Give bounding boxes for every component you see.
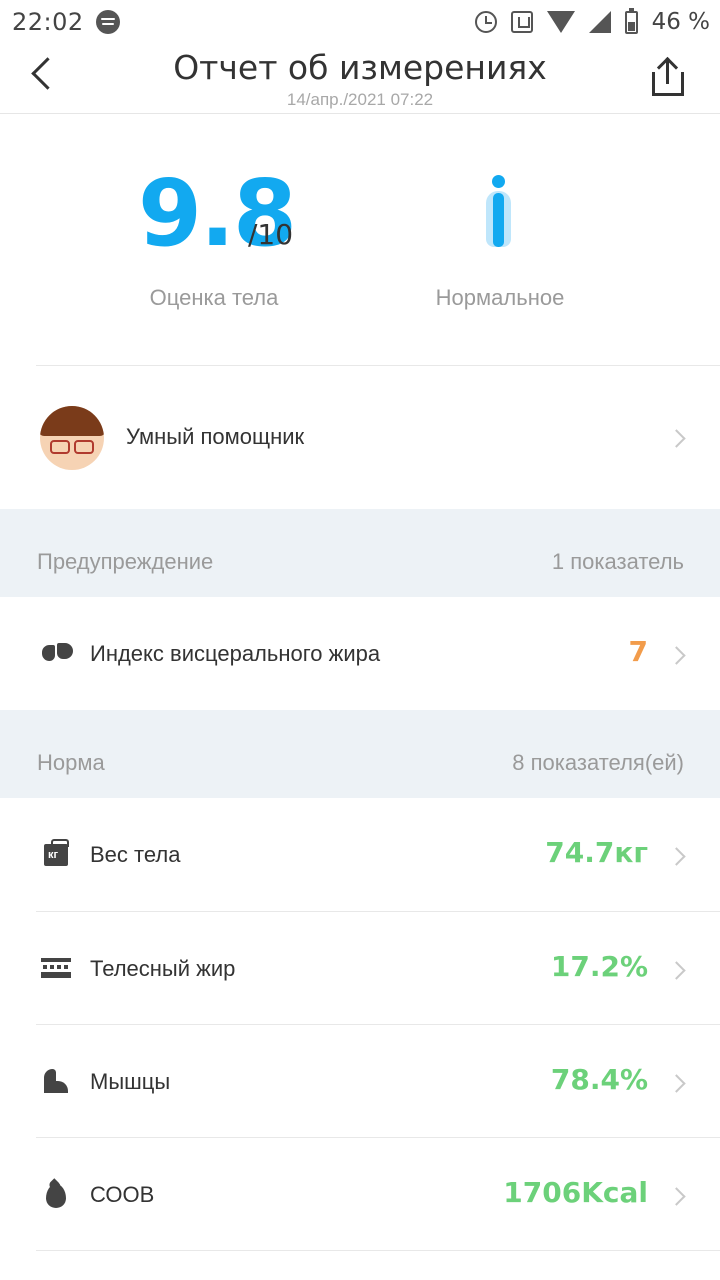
status-icons: 46 %	[474, 0, 710, 44]
status-time: 22:02	[12, 8, 84, 36]
normal-section-header: Норма 8 показателя(ей)	[0, 710, 720, 798]
assistant-avatar	[40, 406, 104, 470]
score-section: 9.8 /10 Оценка тела Нормальное	[0, 115, 720, 365]
chevron-right-icon	[667, 1187, 686, 1206]
page-title: Отчет об измерениях	[173, 48, 547, 87]
body-score-label: Оценка тела	[149, 285, 279, 310]
muscle-icon	[42, 1069, 70, 1093]
metric-label: СООВ	[90, 1182, 155, 1207]
metric-value: 17.2%	[550, 950, 648, 983]
measurement-datetime: 14/апр./2021 07:22	[286, 90, 434, 109]
assistant-label: Умный помощник	[126, 424, 305, 449]
warning-section-title: Предупреждение	[37, 549, 214, 574]
metric-label: Вес тела	[90, 842, 181, 867]
body-type-icon	[480, 173, 516, 249]
fat-layer-icon	[41, 956, 71, 980]
chevron-right-icon	[667, 961, 686, 980]
nfc-icon	[510, 11, 533, 33]
body-weight-row[interactable]: кг Вес тела 74.7кг	[0, 798, 720, 911]
metric-value: 7	[628, 635, 648, 668]
metric-value: 74.7кг	[545, 836, 648, 869]
smart-assistant-row[interactable]: Умный помощник	[0, 366, 720, 509]
chevron-right-icon	[667, 646, 686, 665]
battery-percent: 46 %	[651, 9, 710, 35]
body-score-denominator: /10	[248, 218, 294, 251]
flame-icon	[42, 1178, 70, 1208]
weight-icon: кг	[44, 839, 69, 866]
spotify-icon	[95, 10, 120, 34]
chevron-right-icon	[667, 847, 686, 866]
app-header: Отчет об измерениях 14/апр./2021 07:22	[0, 44, 720, 114]
share-button[interactable]	[648, 56, 688, 98]
chevron-right-icon	[667, 429, 686, 448]
metric-value: 1706Kcal	[503, 1176, 648, 1209]
body-fat-row[interactable]: Телесный жир 17.2%	[0, 912, 720, 1025]
chevron-right-icon	[667, 1074, 686, 1093]
signal-icon	[588, 11, 611, 33]
battery-icon	[624, 7, 638, 34]
warning-section-count: 1 показатель	[551, 549, 684, 574]
normal-section-count: 8 показателя(ей)	[512, 750, 684, 775]
metric-value: 78.4%	[550, 1063, 648, 1096]
alarm-icon	[474, 11, 497, 33]
wifi-icon	[546, 11, 575, 33]
metric-label: Телесный жир	[90, 956, 236, 981]
lung-icon	[42, 641, 73, 665]
body-type-label: Нормальное	[435, 285, 565, 310]
visceral-fat-row[interactable]: Индекс висцерального жира 7	[0, 597, 720, 710]
warning-section-header: Предупреждение 1 показатель	[0, 509, 720, 597]
metric-label: Мышцы	[90, 1069, 171, 1094]
divider	[36, 1250, 720, 1251]
normal-section-title: Норма	[37, 750, 105, 775]
muscle-row[interactable]: Мышцы 78.4%	[0, 1025, 720, 1138]
metric-label: Индекс висцерального жира	[90, 641, 381, 666]
bmr-row[interactable]: СООВ 1706Kcal	[0, 1138, 720, 1251]
status-bar: 22:02 46 %	[0, 0, 720, 44]
